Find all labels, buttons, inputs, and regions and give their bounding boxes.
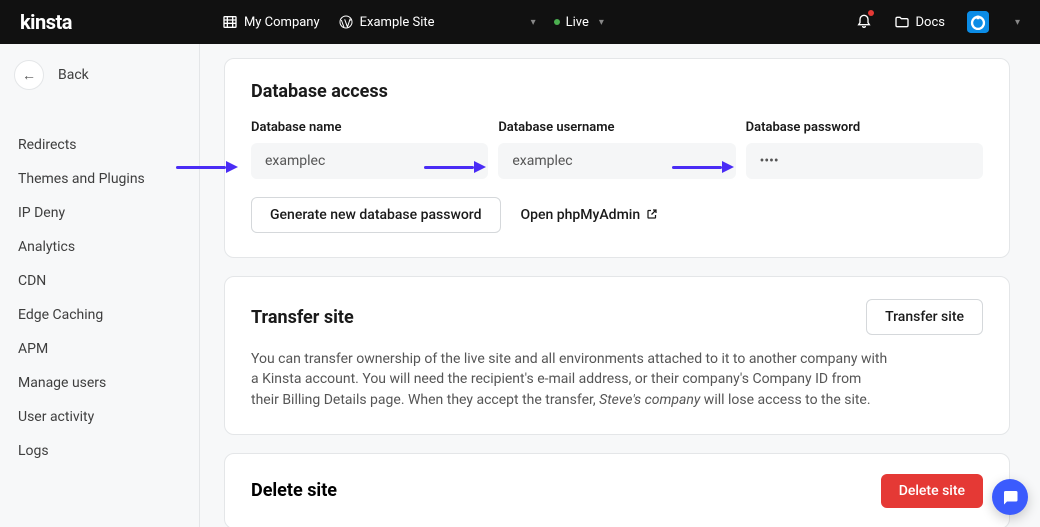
chat-icon	[1001, 488, 1019, 506]
env-label: Live	[566, 15, 589, 30]
sidebar-item-edge-caching[interactable]: Edge Caching	[14, 298, 185, 332]
chevron-down-icon: ▾	[531, 17, 536, 28]
notifications-button[interactable]	[856, 12, 872, 32]
sidebar: ← Back Redirects Themes and Plugins IP D…	[0, 44, 200, 527]
back-label: Back	[58, 67, 89, 83]
db-user-value[interactable]: examplec	[498, 143, 735, 179]
company-selector[interactable]: My Company	[222, 14, 320, 30]
sidebar-item-logs[interactable]: Logs	[14, 434, 185, 468]
delete-site-card: Delete site Delete site	[224, 453, 1010, 527]
sidebar-item-ip-deny[interactable]: IP Deny	[14, 196, 185, 230]
transfer-site-card: Transfer site Transfer site You can tran…	[224, 276, 1010, 435]
db-pass-value[interactable]: ••••	[746, 143, 983, 179]
main-content: Database access Database name examplec D…	[200, 44, 1040, 527]
transfer-site-button[interactable]: Transfer site	[866, 299, 983, 335]
notification-dot	[868, 10, 874, 16]
avatar-icon	[967, 11, 989, 33]
delete-site-title: Delete site	[251, 480, 337, 501]
annotation-arrow	[424, 162, 486, 172]
sidebar-item-cdn[interactable]: CDN	[14, 264, 185, 298]
sidebar-item-manage-users[interactable]: Manage users	[14, 366, 185, 400]
sidebar-item-user-activity[interactable]: User activity	[14, 400, 185, 434]
brand-logo: KINSTA	[20, 10, 72, 35]
sidebar-item-themes-plugins[interactable]: Themes and Plugins	[14, 162, 185, 196]
environment-selector[interactable]: Live ▾	[554, 15, 604, 30]
database-access-card: Database access Database name examplec D…	[224, 58, 1010, 258]
sidebar-item-analytics[interactable]: Analytics	[14, 230, 185, 264]
db-user-label: Database username	[498, 120, 735, 135]
transfer-site-title: Transfer site	[251, 307, 354, 328]
back-button[interactable]: ←	[14, 60, 44, 90]
db-name-value[interactable]: examplec	[251, 143, 488, 179]
folder-icon	[894, 14, 910, 30]
docs-label: Docs	[916, 15, 945, 30]
annotation-arrow	[672, 162, 734, 172]
external-link-icon	[646, 208, 658, 223]
company-label: My Company	[244, 15, 320, 30]
topbar: KINSTA My Company Example Site ▾ Live ▾ …	[0, 0, 1040, 44]
chevron-down-icon[interactable]: ▾	[1015, 17, 1020, 28]
transfer-site-description: You can transfer ownership of the live s…	[251, 349, 891, 410]
chevron-down-icon: ▾	[599, 17, 604, 28]
open-phpmyadmin-link[interactable]: Open phpMyAdmin	[521, 207, 659, 223]
chat-widget[interactable]	[992, 479, 1028, 515]
db-pass-label: Database password	[746, 120, 983, 135]
company-icon	[222, 14, 238, 30]
annotation-arrow	[176, 162, 238, 172]
arrow-left-icon: ←	[22, 67, 36, 84]
sidebar-item-apm[interactable]: APM	[14, 332, 185, 366]
docs-link[interactable]: Docs	[894, 14, 945, 30]
user-avatar[interactable]	[967, 11, 989, 33]
generate-db-password-button[interactable]: Generate new database password	[251, 197, 501, 233]
db-name-label: Database name	[251, 120, 488, 135]
database-access-title: Database access	[251, 81, 983, 102]
wordpress-icon	[338, 14, 354, 30]
phpmyadmin-label: Open phpMyAdmin	[521, 207, 641, 223]
site-label: Example Site	[360, 15, 435, 30]
live-status-dot	[554, 19, 560, 25]
delete-site-button[interactable]: Delete site	[881, 474, 983, 508]
site-selector[interactable]: Example Site ▾	[338, 14, 536, 30]
sidebar-item-redirects[interactable]: Redirects	[14, 128, 185, 162]
